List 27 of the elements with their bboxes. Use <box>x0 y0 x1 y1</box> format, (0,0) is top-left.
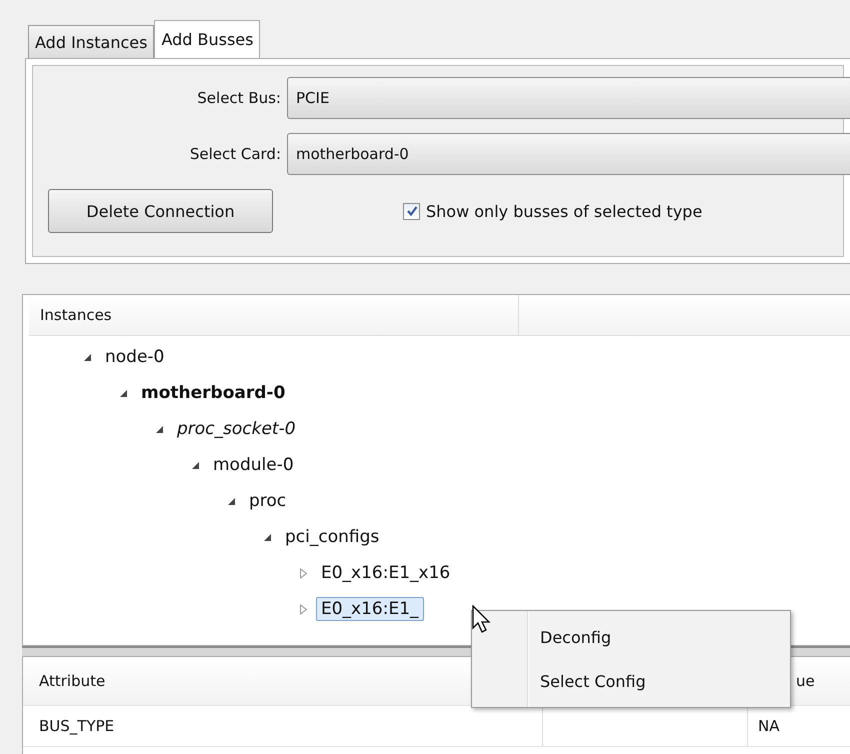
expanded-arrow-icon[interactable] <box>83 352 92 362</box>
expanded-arrow-icon[interactable] <box>191 460 200 470</box>
delete-connection-button[interactable]: Delete Connection <box>48 189 273 233</box>
tree-item[interactable]: node-0 <box>100 345 170 369</box>
table-cell-text: NA <box>757 716 780 737</box>
field-label: Select Card: <box>188 145 282 163</box>
expanded-arrow-icon[interactable] <box>263 532 272 542</box>
expanded-arrow-icon[interactable] <box>119 388 128 398</box>
tree-item[interactable]: proc_socket-0 <box>172 417 301 441</box>
tree-item[interactable]: motherboard-0 <box>136 381 290 405</box>
collapsed-arrow-icon[interactable] <box>299 604 308 614</box>
field-label: Select Bus: <box>196 89 282 107</box>
tree-item[interactable]: E0_x16:E1_x16 <box>316 561 456 585</box>
dropdown[interactable]: motherboard-0 <box>287 133 850 175</box>
dropdown[interactable]: PCIE <box>287 77 850 119</box>
checkbox-label: Show only busses of selected type <box>426 202 702 220</box>
tree-item[interactable]: proc <box>244 489 292 513</box>
checkbox[interactable] <box>403 202 420 220</box>
tree-item[interactable]: E0_x16:E1_ <box>316 597 424 621</box>
tree-item[interactable]: pci_configs <box>280 525 384 549</box>
tab[interactable]: Add Instances <box>28 25 154 58</box>
collapsed-arrow-icon[interactable] <box>299 568 308 578</box>
expanded-arrow-icon[interactable] <box>155 424 164 434</box>
menu-item[interactable]: Deconfig <box>472 615 790 659</box>
tree-item[interactable]: module-0 <box>208 453 299 477</box>
tab[interactable]: Add Busses <box>154 20 260 58</box>
expanded-arrow-icon[interactable] <box>227 496 236 506</box>
